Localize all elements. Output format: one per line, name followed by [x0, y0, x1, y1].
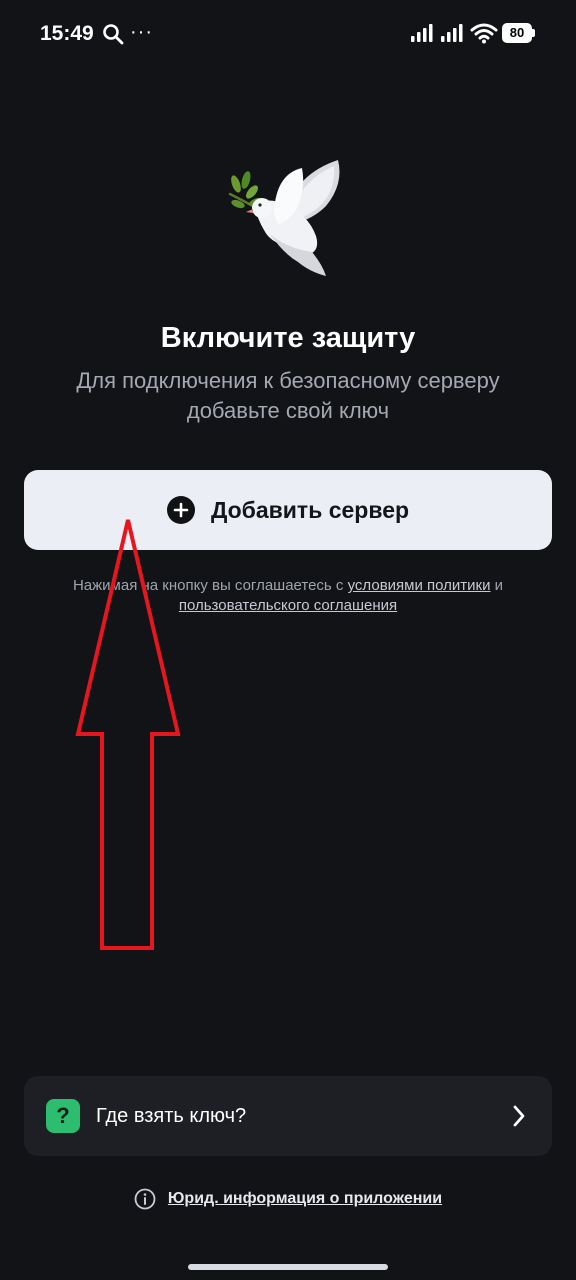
home-indicator[interactable]	[188, 1264, 388, 1270]
page-title: Включите защиту	[160, 322, 416, 354]
page-subtitle: Для подключения к безопасному серверу до…	[76, 368, 500, 423]
info-icon	[134, 1188, 156, 1210]
user-agreement-link[interactable]: пользовательского соглашения	[179, 597, 397, 614]
dove-icon	[228, 160, 340, 276]
annotation-arrow-up-icon	[75, 519, 181, 950]
search-icon	[103, 24, 124, 45]
consent-middle: и	[490, 577, 504, 594]
add-server-label: Добавить сервер	[210, 496, 410, 523]
legal-info-row: Юрид. информация о приложении	[0, 1188, 576, 1210]
more-dots-icon: ···	[130, 21, 153, 43]
battery-icon: 80	[502, 23, 532, 43]
where-get-key-card[interactable]: ? Где взять ключ?	[24, 1076, 552, 1156]
policy-terms-link[interactable]: условиями политики	[348, 577, 491, 594]
wifi-icon	[470, 23, 498, 44]
battery-cap	[532, 29, 535, 37]
signal-icon	[441, 24, 463, 42]
legal-info-link[interactable]: Юрид. информация о приложении	[168, 1190, 442, 1208]
status-time: 15:49	[40, 22, 94, 45]
where-get-key-label: Где взять ключ?	[96, 1105, 247, 1127]
question-icon: ?	[46, 1099, 80, 1133]
chevron-right-icon	[513, 1105, 525, 1127]
signal-icon	[411, 24, 433, 42]
